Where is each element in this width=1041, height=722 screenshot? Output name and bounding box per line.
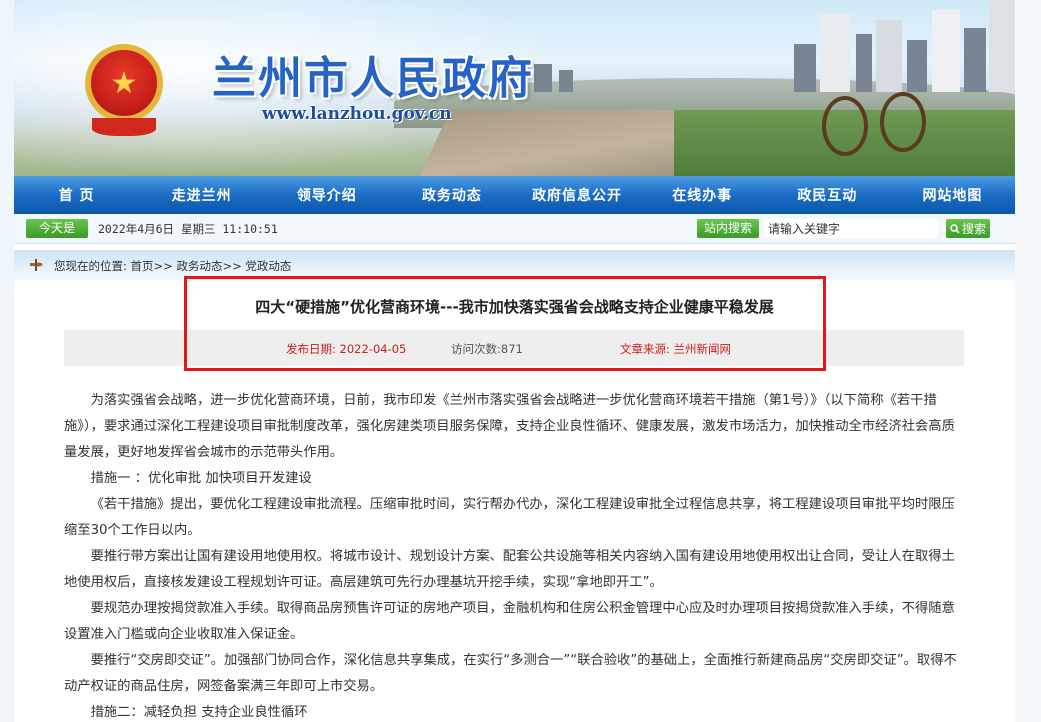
page: ★ 兰州市人民政府 www.lanzhou.gov.cn 首 页 走进兰州 领导… <box>14 0 1015 722</box>
article-body: 为落实强省会战略，进一步优化营商环境，日前，我市印发《兰州市落实强省会战略进一步… <box>64 388 964 722</box>
nav-item-home[interactable]: 首 页 <box>14 185 139 205</box>
banner-building <box>876 20 902 92</box>
info-bar: 今天是 2022年4月6日 星期三 11:10:51 站内搜索 搜索 <box>14 214 1015 244</box>
nav-item-info-disclosure[interactable]: 政府信息公开 <box>515 185 640 205</box>
breadcrumb-bar: 您现在的位置: 首页>> 政务动态>> 党政动态 <box>14 250 1015 280</box>
page-margin-right <box>1015 0 1041 722</box>
article-subheading: 措施一 ：优化审批 加快项目开发建设 <box>90 471 312 486</box>
article-paragraph: 要推行“交房即交证”。加强部门协同合作，深化信息共享集成，在实行“多测合一”“联… <box>64 653 957 694</box>
banner-building <box>964 28 986 92</box>
page-margin-left <box>0 0 14 722</box>
breadcrumb[interactable]: 您现在的位置: 首页>> 政务动态>> 党政动态 <box>54 258 291 274</box>
nav-item-online-services[interactable]: 在线办事 <box>640 185 765 205</box>
main-nav: 首 页 走进兰州 领导介绍 政务动态 政府信息公开 在线办事 政民互动 网站地图 <box>14 176 1015 214</box>
banner-building <box>820 14 850 92</box>
article-subheading: 措施二：减轻负担 支持企业良性循环 <box>90 705 308 720</box>
today-badge: 今天是 <box>26 219 88 238</box>
national-emblem-icon: ★ <box>78 30 170 136</box>
banner-building <box>794 44 816 92</box>
nav-item-about-lanzhou[interactable]: 走进兰州 <box>139 185 264 205</box>
search-button-label: 搜索 <box>961 222 986 236</box>
article-paragraph: 要规范办理按揭贷款准入手续。取得商品房预售许可证的房地产项目，金融机构和住房公积… <box>64 601 955 642</box>
article-meta: 发布日期: 2022-04-05 访问次数:871 文章来源: 兰州新闻网 <box>64 330 964 366</box>
waterwheel <box>880 92 926 152</box>
banner-building <box>932 10 960 92</box>
current-datetime: 2022年4月6日 星期三 11:10:51 <box>98 222 278 236</box>
nav-item-sitemap[interactable]: 网站地图 <box>890 185 1015 205</box>
site-title: 兰州市人民政府 <box>212 53 534 104</box>
search-button[interactable]: 搜索 <box>946 219 990 238</box>
site-url: www.lanzhou.gov.cn <box>262 104 452 124</box>
nav-item-leaders[interactable]: 领导介绍 <box>264 185 389 205</box>
article-paragraph: 《若干措施》提出，要优化工程建设审批流程。压缩审批时间，实行帮办代办，深化工程建… <box>64 497 955 538</box>
view-count: 访问次数:871 <box>451 342 523 356</box>
article-paragraph: 要推行带方案出让国有建设用地使用权。将城市设计、规划设计方案、配套公共设施等相关… <box>64 549 955 590</box>
article-title: 四大“硬措施”优化营商环境---我市加快落实强省会战略支持企业健康平稳发展 <box>255 298 774 316</box>
location-icon <box>30 259 43 271</box>
banner-building <box>559 70 573 92</box>
site-banner: ★ 兰州市人民政府 www.lanzhou.gov.cn <box>14 0 1015 176</box>
banner-building <box>856 34 872 92</box>
nav-item-public-interaction[interactable]: 政民互动 <box>765 185 890 205</box>
banner-building <box>907 40 927 92</box>
search-input[interactable] <box>764 219 938 238</box>
article-source: 文章来源: 兰州新闻网 <box>620 342 732 356</box>
banner-building <box>989 0 1015 92</box>
search-label: 站内搜索 <box>697 219 759 238</box>
search-icon <box>950 223 960 234</box>
article-paragraph: 为落实强省会战略，进一步优化营商环境，日前，我市印发《兰州市落实强省会战略进一步… <box>64 393 955 460</box>
banner-building <box>534 64 552 92</box>
nav-item-government-news[interactable]: 政务动态 <box>389 185 514 205</box>
publish-date: 发布日期: 2022-04-05 <box>286 342 407 356</box>
waterwheel <box>822 96 868 156</box>
